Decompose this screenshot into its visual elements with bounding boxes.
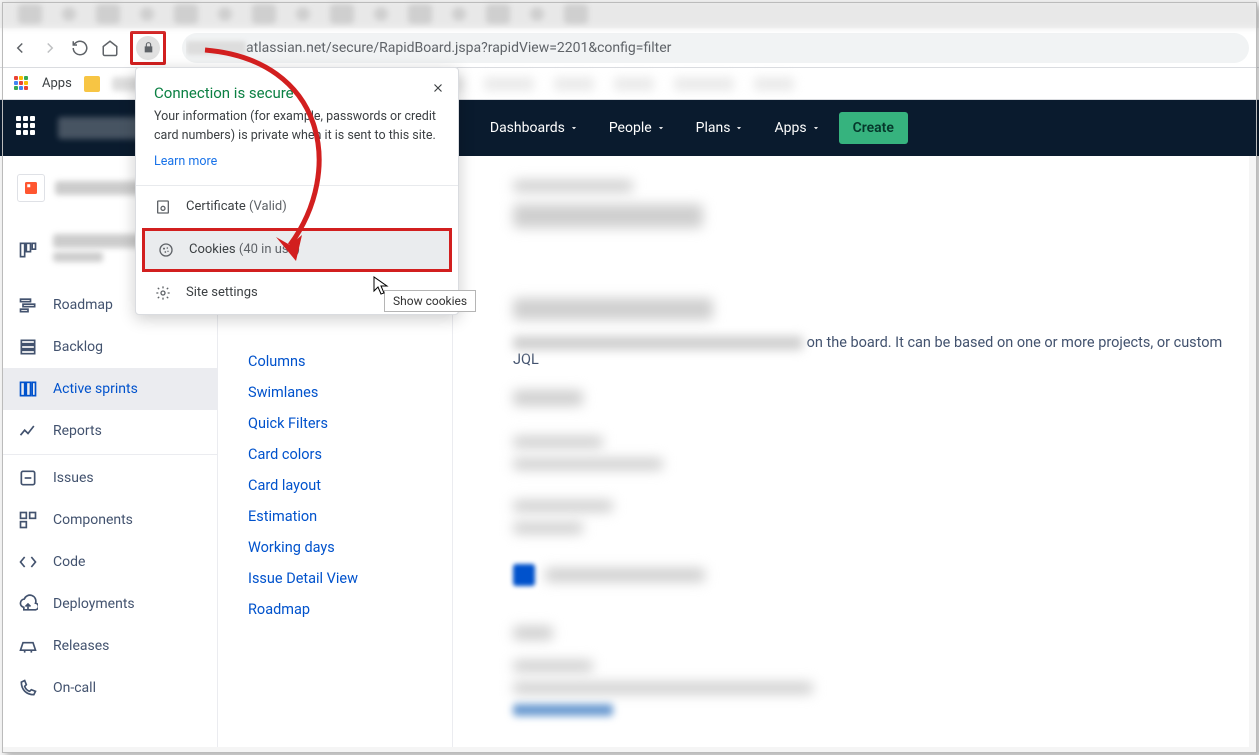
lock-icon: [136, 36, 160, 60]
apps-label[interactable]: Apps: [42, 76, 72, 91]
components-icon: [17, 509, 39, 531]
cookie-icon: [157, 241, 175, 259]
sidebar-deployments[interactable]: Deployments: [3, 583, 217, 625]
home-button[interactable]: [100, 38, 120, 58]
board-icon: [17, 239, 39, 261]
releases-icon: [17, 635, 39, 657]
browser-tabs-strip: [0, 0, 1259, 28]
issues-icon: [17, 467, 39, 489]
site-info-lock-highlight[interactable]: [130, 31, 166, 65]
forward-button[interactable]: [40, 38, 60, 58]
connection-secure-text: Your information (for example, passwords…: [154, 108, 440, 146]
sidebar-components[interactable]: Components: [3, 499, 217, 541]
settings-swimlanes[interactable]: Swimlanes: [248, 377, 452, 408]
reports-icon: [17, 420, 39, 442]
nav-dashboards[interactable]: Dashboards: [478, 100, 591, 156]
project-avatar-icon: [17, 174, 45, 202]
bookmark-folder-icon[interactable]: [84, 76, 100, 92]
settings-estimation[interactable]: Estimation: [248, 501, 452, 532]
sidebar-active-sprints[interactable]: Active sprints: [3, 368, 217, 410]
settings-issue-detail[interactable]: Issue Detail View: [248, 563, 452, 594]
site-info-popover: Connection is secure Your information (f…: [135, 67, 459, 315]
settings-working-days[interactable]: Working days: [248, 532, 452, 563]
settings-quick-filters[interactable]: Quick Filters: [248, 408, 452, 439]
nav-people[interactable]: People: [597, 100, 678, 156]
roadmap-icon: [17, 294, 39, 316]
back-button[interactable]: [10, 38, 30, 58]
settings-columns[interactable]: Columns: [248, 346, 452, 377]
on-call-icon: [17, 677, 39, 699]
nav-apps[interactable]: Apps: [762, 100, 832, 156]
backlog-icon: [17, 336, 39, 358]
app-switcher-icon[interactable]: [16, 116, 40, 140]
sidebar-issues[interactable]: Issues: [3, 457, 217, 499]
gear-icon: [154, 284, 172, 302]
sidebar-backlog[interactable]: Backlog: [3, 326, 217, 368]
connection-secure-title: Connection is secure: [154, 84, 440, 102]
apps-grid-icon[interactable]: [14, 76, 30, 92]
certificate-row[interactable]: Certificate (Valid): [136, 186, 458, 228]
nav-plans[interactable]: Plans: [684, 100, 757, 156]
sidebar-code[interactable]: Code: [3, 541, 217, 583]
cookies-row[interactable]: Cookies (40 in use): [142, 228, 452, 272]
settings-card-layout[interactable]: Card layout: [248, 470, 452, 501]
url-text: atlassian.net/secure/RapidBoard.jspa?rap…: [186, 33, 1245, 63]
address-bar[interactable]: atlassian.net/secure/RapidBoard.jspa?rap…: [182, 33, 1249, 63]
main-content: on the board. It can be based on one or …: [453, 156, 1249, 747]
learn-more-link[interactable]: Learn more: [154, 154, 217, 169]
sidebar-on-call[interactable]: On-call: [3, 667, 217, 709]
settings-card-colors[interactable]: Card colors: [248, 439, 452, 470]
create-button[interactable]: Create: [839, 112, 908, 144]
sidebar-releases[interactable]: Releases: [3, 625, 217, 667]
board-filter-description: on the board. It can be based on one or …: [513, 334, 1233, 368]
browser-toolbar: atlassian.net/secure/RapidBoard.jspa?rap…: [0, 28, 1259, 68]
deployments-icon: [17, 593, 39, 615]
settings-roadmap[interactable]: Roadmap: [248, 594, 452, 625]
show-cookies-tooltip: Show cookies: [384, 290, 476, 312]
reload-button[interactable]: [70, 38, 90, 58]
certificate-icon: [154, 198, 172, 216]
sprints-icon: [17, 378, 39, 400]
code-icon: [17, 551, 39, 573]
sidebar-reports[interactable]: Reports: [3, 410, 217, 452]
popover-close-button[interactable]: [428, 78, 448, 98]
